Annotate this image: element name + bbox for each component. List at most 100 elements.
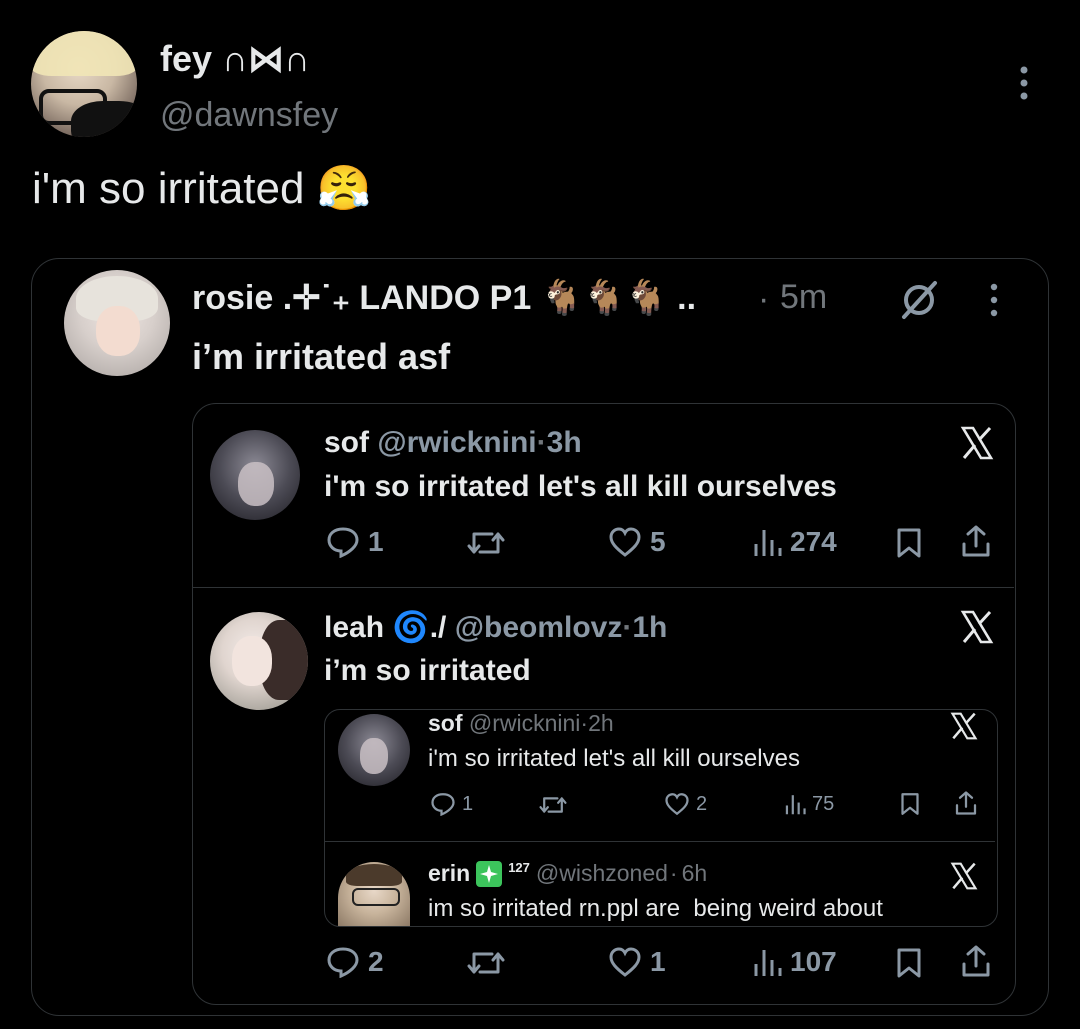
reply-icon	[327, 947, 359, 978]
share-button[interactable]	[960, 944, 992, 978]
share-button[interactable]	[954, 790, 978, 816]
nested-avatar-erin[interactable]	[338, 862, 410, 926]
thread-display-name[interactable]: sof	[324, 426, 369, 459]
bookmark-button[interactable]	[896, 527, 922, 559]
share-icon	[955, 791, 977, 815]
thread-avatar-sof[interactable]	[210, 430, 300, 520]
views-button[interactable]: 274	[752, 526, 837, 558]
share-icon	[962, 525, 990, 557]
thread-header-sof: sof @rwicknini·3h	[324, 426, 582, 460]
repost-icon	[539, 797, 567, 813]
avatar-face	[96, 306, 140, 356]
repost-button[interactable]	[466, 528, 506, 558]
thread-handle[interactable]: @rwicknini	[377, 426, 536, 459]
grok-icon	[902, 281, 937, 319]
repost-button[interactable]	[466, 948, 506, 978]
nested-display-name[interactable]: erin	[428, 860, 470, 887]
repost-icon	[467, 952, 505, 974]
avatar-hair	[31, 31, 137, 76]
views-count: 274	[790, 526, 837, 557]
x-logo-button[interactable]	[960, 426, 994, 460]
reply-count: 1	[368, 526, 384, 557]
like-count: 5	[650, 526, 666, 557]
more-vertical-icon	[990, 283, 998, 317]
like-button[interactable]: 1	[608, 946, 666, 978]
nested-display-name[interactable]: sof	[428, 710, 463, 736]
repost-button[interactable]	[538, 794, 568, 816]
reply-button[interactable]: 1	[430, 792, 473, 816]
like-icon	[609, 527, 641, 557]
bookmark-button[interactable]	[900, 792, 920, 816]
views-icon	[754, 950, 782, 976]
author-handle[interactable]: @dawnsfey	[160, 96, 338, 135]
nested-separator: ·	[580, 710, 589, 736]
thread-text: i’m so irritated	[324, 654, 531, 687]
avatar-face	[238, 462, 274, 506]
avatar-hair	[346, 864, 402, 886]
thread-time[interactable]: 3h	[547, 426, 582, 459]
x-logo-button[interactable]	[960, 610, 994, 644]
sparkle-badge	[476, 860, 503, 887]
post-text-content: i'm so irritated	[32, 164, 305, 213]
bookmark-icon	[901, 793, 919, 815]
avatar-glasses	[352, 888, 400, 906]
x-logo-icon	[950, 712, 978, 740]
nested-header-sof: sof @rwicknini·2h	[428, 710, 614, 737]
reply-icon	[431, 793, 455, 816]
avatar-face	[232, 636, 272, 686]
quote-more-button[interactable]	[984, 282, 1004, 318]
huffing-emoji: 😤	[316, 164, 372, 213]
avatar-face	[360, 738, 388, 774]
nested-handle[interactable]: @wishzoned	[536, 860, 668, 887]
thread-handle[interactable]: @beomlovz	[455, 611, 623, 644]
thread-separator: ·	[536, 426, 547, 459]
like-button[interactable]: 2	[664, 792, 707, 816]
repost-icon	[467, 532, 505, 554]
bookmark-button[interactable]	[896, 947, 922, 979]
author-display-name[interactable]: fey ∩⋈∩	[160, 38, 310, 80]
nested-handle[interactable]: @rwicknini	[469, 710, 581, 736]
thread-time[interactable]: 1h	[632, 611, 667, 644]
thread-avatar-leah[interactable]	[210, 612, 308, 710]
sparkle-icon	[480, 864, 499, 883]
views-button[interactable]: 75	[784, 792, 834, 816]
more-options-button[interactable]	[1012, 64, 1036, 104]
x-logo-icon	[960, 610, 994, 644]
quote-display-name[interactable]: rosie .✛˙₊ LANDO P1 🐐🐐🐐 ..	[192, 278, 696, 318]
quote-time[interactable]: 5m	[780, 278, 827, 317]
quote-separator: ·	[758, 280, 770, 318]
like-button[interactable]: 5	[608, 526, 666, 558]
x-logo-icon	[950, 862, 978, 890]
nested-text: im so irritated rn.ppl are being weird a…	[428, 895, 883, 922]
share-button[interactable]	[960, 524, 992, 558]
quote-avatar[interactable]	[64, 270, 170, 376]
thread-display-name[interactable]: leah 🌀./	[324, 611, 446, 644]
badge-count: 127	[508, 860, 530, 875]
nested-time[interactable]: 2h	[588, 710, 614, 736]
reply-icon	[327, 527, 359, 558]
like-icon	[609, 947, 641, 977]
views-count: 75	[812, 792, 835, 815]
main-avatar[interactable]	[31, 31, 137, 137]
quote-text: i’m irritated asf	[192, 336, 451, 377]
reply-button[interactable]: 1	[326, 526, 384, 558]
thread-divider	[193, 587, 1014, 588]
nested-avatar-sof[interactable]	[338, 714, 410, 786]
post-text: i'm so irritated 😤	[32, 162, 372, 214]
nested-header-erin: erin 127 @wishzoned · 6h	[428, 860, 707, 887]
x-logo-button[interactable]	[950, 712, 978, 740]
reply-button[interactable]: 2	[326, 946, 384, 978]
views-icon	[754, 530, 782, 556]
x-logo-button[interactable]	[950, 862, 978, 890]
views-button[interactable]: 107	[752, 946, 837, 978]
share-icon	[962, 945, 990, 977]
thread-header-leah: leah 🌀./ @beomlovz·1h	[324, 610, 667, 645]
like-icon	[665, 793, 689, 816]
more-vertical-icon	[1020, 66, 1028, 100]
grok-button[interactable]	[898, 279, 940, 321]
like-count: 2	[696, 792, 708, 815]
views-count: 107	[790, 946, 837, 977]
nested-separator: ·	[669, 860, 678, 886]
nested-time[interactable]: 6h	[682, 860, 708, 887]
thread-text: i'm so irritated let's all kill ourselve…	[324, 470, 837, 503]
